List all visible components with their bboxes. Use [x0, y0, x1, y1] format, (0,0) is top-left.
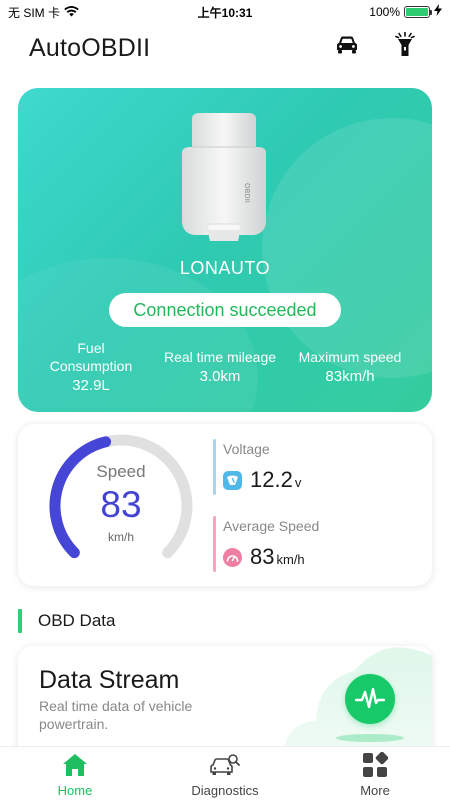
device-label: OBDII	[243, 183, 251, 203]
tab-more[interactable]: More	[320, 751, 430, 799]
voltage-row: 12.2 v	[223, 467, 301, 493]
tab-diagnostics[interactable]: Diagnostics	[170, 751, 280, 799]
avg-speed-value: 83	[250, 544, 275, 569]
app-title: AutoOBDII	[29, 34, 151, 62]
device-name: LONAUTO	[179, 258, 271, 278]
battery-gauge-icon	[223, 470, 242, 490]
data-stream-description: Real time data of vehicle powertrain.	[39, 698, 193, 732]
device-status-card[interactable]: OBDII LONAUTO Connection succeeded Fuel …	[18, 88, 432, 412]
speedometer-icon	[223, 547, 242, 567]
obd-device-image: OBDII	[178, 113, 270, 313]
speed-unit: km/h	[107, 530, 134, 544]
home-icon	[60, 751, 90, 779]
voltage-label: Voltage	[223, 441, 270, 457]
status-bar: 无 SIM 卡 上午10:31 100%	[0, 0, 450, 22]
speed-value: 83	[100, 484, 142, 525]
bolt-icon	[434, 4, 442, 19]
grid-icon	[360, 751, 390, 779]
avg-speed-accent-bar	[213, 516, 216, 572]
voltage-value: 12.2	[250, 467, 293, 492]
stat-value: 32.9L	[72, 377, 110, 394]
avg-speed-unit: km/h	[276, 552, 305, 567]
avg-speed-label: Average Speed	[223, 518, 320, 534]
data-stream-title: Data Stream	[39, 666, 180, 694]
decor-circle	[262, 118, 432, 378]
battery-icon	[404, 5, 432, 18]
tab-label: More	[360, 783, 390, 798]
voltage-accent-bar	[213, 439, 216, 495]
speed-label: Speed	[96, 462, 146, 481]
flashlight-button[interactable]	[390, 31, 420, 63]
app-header: AutoOBDII	[0, 26, 450, 70]
stat-label: Real time mileage	[163, 349, 277, 365]
status-right: 100%	[369, 4, 442, 19]
car-button[interactable]	[332, 32, 362, 62]
section-title: OBD Data	[38, 611, 116, 630]
flashlight-icon	[395, 31, 415, 63]
speed-card[interactable]: Speed 83 km/h Voltage 12.2 v Average Spe…	[18, 424, 432, 586]
voltage-unit: v	[294, 475, 302, 490]
connection-status-badge: Connection succeeded	[109, 293, 341, 327]
pulse-icon	[345, 674, 395, 724]
car-icon	[335, 35, 359, 60]
stat-label: Maximum speed	[298, 349, 402, 365]
stat-value: 83km/h	[325, 368, 375, 385]
stat-value: 3.0km	[199, 368, 241, 385]
bottom-tab-bar: Home Diagnostics More	[0, 746, 450, 800]
tab-label: Home	[57, 783, 93, 798]
voltage-metric: Voltage 12.2 v	[213, 439, 423, 495]
car-search-icon	[210, 751, 240, 779]
tab-label: Diagnostics	[191, 783, 259, 798]
battery-fill	[406, 7, 428, 16]
section-marker	[18, 609, 22, 633]
stat-label: Fuel Consumption	[49, 340, 133, 374]
tab-home[interactable]: Home	[20, 751, 130, 799]
mileage-stat: Real time mileage 3.0km	[156, 348, 284, 386]
icon-shadow	[336, 734, 404, 742]
avg-speed-row: 83 km/h	[223, 544, 305, 570]
fuel-consumption-stat: Fuel Consumption 32.9L	[36, 339, 146, 395]
max-speed-stat: Maximum speed 83km/h	[288, 348, 412, 386]
battery-percent: 100%	[369, 4, 400, 19]
average-speed-metric: Average Speed 83 km/h	[213, 516, 423, 572]
obd-data-heading: OBD Data	[18, 608, 115, 634]
